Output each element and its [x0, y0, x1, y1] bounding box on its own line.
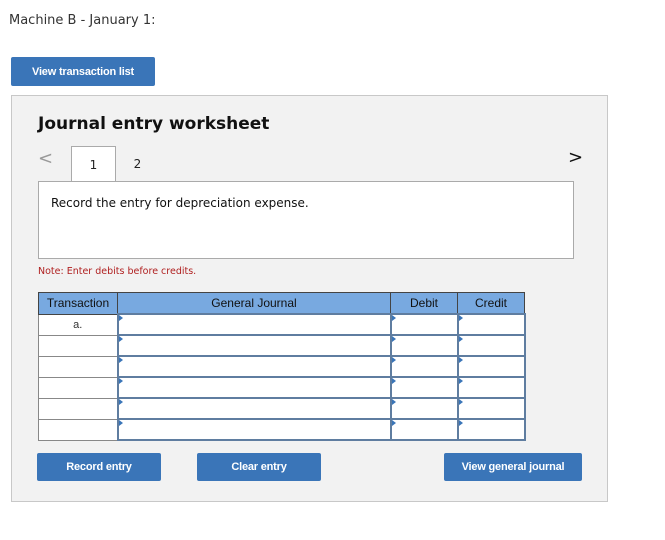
journal-entry-worksheet-panel: Journal entry worksheet < 1 2 > Record t…	[11, 95, 608, 502]
transaction-cell	[38, 397, 118, 420]
view-transaction-list-button[interactable]: View transaction list	[11, 57, 155, 86]
table-row: a.	[38, 313, 526, 336]
dropdown-marker-icon	[391, 420, 396, 426]
debit-input[interactable]	[389, 418, 459, 441]
transaction-cell	[38, 376, 118, 399]
dropdown-marker-icon	[458, 315, 463, 321]
table-row	[38, 355, 526, 378]
credit-input[interactable]	[456, 334, 526, 357]
dropdown-marker-icon	[391, 378, 396, 384]
debit-input[interactable]	[389, 355, 459, 378]
debit-input[interactable]	[389, 376, 459, 399]
record-entry-button[interactable]: Record entry	[37, 453, 161, 481]
header-general-journal: General Journal	[117, 292, 391, 315]
instruction-text: Record the entry for depreciation expens…	[51, 196, 309, 210]
transaction-cell	[38, 418, 118, 441]
worksheet-title: Journal entry worksheet	[38, 114, 270, 134]
account-input[interactable]	[116, 313, 392, 336]
chevron-left-icon[interactable]: <	[38, 148, 53, 169]
header-debit: Debit	[390, 292, 458, 315]
dropdown-marker-icon	[391, 336, 396, 342]
dropdown-marker-icon	[391, 315, 396, 321]
journal-table: Transaction General Journal Debit Credit…	[38, 292, 526, 441]
debit-input[interactable]	[389, 397, 459, 420]
credit-input[interactable]	[456, 355, 526, 378]
account-input[interactable]	[116, 334, 392, 357]
debit-input[interactable]	[389, 313, 459, 336]
header-transaction: Transaction	[38, 292, 118, 315]
table-row	[38, 397, 526, 420]
credit-input[interactable]	[456, 397, 526, 420]
instruction-box: Record the entry for depreciation expens…	[38, 181, 574, 259]
tab-1[interactable]: 1	[71, 146, 116, 183]
dropdown-marker-icon	[458, 399, 463, 405]
transaction-cell	[38, 334, 118, 357]
dropdown-marker-icon	[118, 315, 123, 321]
transaction-cell: a.	[38, 313, 118, 336]
transaction-cell	[38, 355, 118, 378]
clear-entry-button[interactable]: Clear entry	[197, 453, 321, 481]
table-row	[38, 376, 526, 399]
account-input[interactable]	[116, 376, 392, 399]
credit-input[interactable]	[456, 418, 526, 441]
dropdown-marker-icon	[458, 378, 463, 384]
view-general-journal-button[interactable]: View general journal	[444, 453, 582, 481]
dropdown-marker-icon	[458, 357, 463, 363]
dropdown-marker-icon	[118, 420, 123, 426]
dropdown-marker-icon	[118, 378, 123, 384]
account-input[interactable]	[116, 355, 392, 378]
table-row	[38, 334, 526, 357]
dropdown-marker-icon	[391, 357, 396, 363]
page-title: Machine B - January 1:	[9, 13, 156, 28]
account-input[interactable]	[116, 418, 392, 441]
credit-input[interactable]	[456, 376, 526, 399]
dropdown-marker-icon	[458, 420, 463, 426]
debit-input[interactable]	[389, 334, 459, 357]
note-text: Note: Enter debits before credits.	[38, 266, 197, 277]
table-header-row: Transaction General Journal Debit Credit	[38, 292, 525, 315]
header-credit: Credit	[457, 292, 525, 315]
tab-2[interactable]: 2	[116, 146, 159, 181]
chevron-right-icon[interactable]: >	[568, 147, 583, 168]
dropdown-marker-icon	[118, 399, 123, 405]
dropdown-marker-icon	[118, 336, 123, 342]
dropdown-marker-icon	[458, 336, 463, 342]
table-row	[38, 418, 526, 441]
dropdown-marker-icon	[118, 357, 123, 363]
account-input[interactable]	[116, 397, 392, 420]
credit-input[interactable]	[456, 313, 526, 336]
dropdown-marker-icon	[391, 399, 396, 405]
